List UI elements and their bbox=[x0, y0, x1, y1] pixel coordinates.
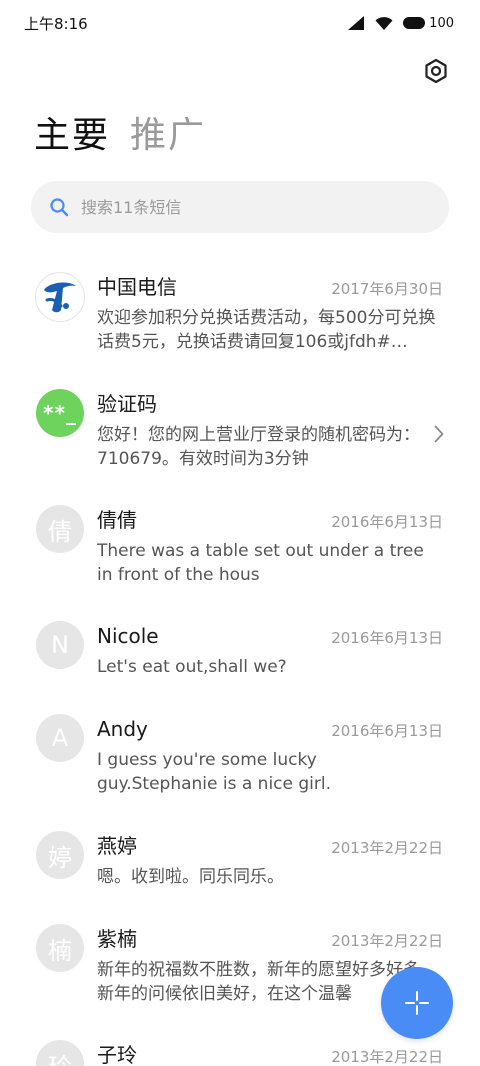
status-icons: 100 bbox=[347, 15, 454, 31]
messages-screen: 上午8:16 100 主要 推广 搜索11条短信 中国电信 2017年6月30日… bbox=[0, 0, 480, 1066]
message-date: 2013年2月22日 bbox=[331, 932, 443, 950]
search-icon bbox=[50, 198, 69, 217]
telecom-logo-icon bbox=[35, 272, 85, 322]
contact-name: 验证码 bbox=[97, 392, 157, 416]
new-message-button[interactable] bbox=[381, 967, 453, 1039]
contact-name: 燕婷 bbox=[97, 834, 137, 858]
chevron-right-icon bbox=[434, 425, 444, 443]
avatar-text: **_ bbox=[43, 401, 77, 425]
avatar-text: 玲 bbox=[48, 1047, 72, 1066]
contact-name: 倩倩 bbox=[97, 508, 137, 532]
status-bar: 上午8:16 100 bbox=[0, 0, 480, 46]
message-date: 2013年2月22日 bbox=[331, 1048, 443, 1066]
conversation-item[interactable]: 玲 子玲 2013年2月22日 bbox=[0, 1040, 480, 1066]
avatar-text: 楠 bbox=[48, 936, 72, 965]
tab-promotions[interactable]: 推广 bbox=[130, 114, 206, 158]
tab-bar: 主要 推广 bbox=[34, 112, 206, 158]
conversation-item[interactable]: 倩 倩倩 2016年6月13日 There was a table set ou… bbox=[0, 505, 480, 585]
verification-avatar: **_ bbox=[36, 389, 84, 437]
contact-avatar: A bbox=[36, 714, 84, 762]
message-date: 2013年2月22日 bbox=[331, 839, 443, 857]
contact-name: Nicole bbox=[97, 624, 159, 648]
conversation-item[interactable]: 中国电信 2017年6月30日 欢迎参加积分兑换话费活动，每500分可兑换话费5… bbox=[0, 272, 480, 362]
message-date: 2016年6月13日 bbox=[331, 722, 443, 740]
avatar-text: N bbox=[51, 631, 69, 659]
message-date: 2017年6月30日 bbox=[331, 280, 443, 298]
conversation-item[interactable]: 婷 燕婷 2013年2月22日 嗯。收到啦。同乐同乐。 bbox=[0, 831, 480, 891]
contact-name: Andy bbox=[97, 717, 148, 741]
settings-button[interactable] bbox=[422, 57, 450, 85]
message-preview: 您好！您的网上营业厅登录的随机密码为：710679。有效时间为3分钟 bbox=[97, 425, 420, 469]
contact-name: 紫楠 bbox=[97, 927, 137, 951]
contact-avatar: 玲 bbox=[36, 1040, 84, 1066]
contact-avatar: 婷 bbox=[36, 831, 84, 879]
contact-name: 中国电信 bbox=[97, 275, 177, 299]
status-time: 上午8:16 bbox=[24, 14, 88, 33]
battery-indicator: 100 bbox=[403, 16, 454, 31]
message-preview: Let's eat out,shall we? bbox=[97, 657, 287, 677]
conversation-item[interactable]: A Andy 2016年6月13日 I guess you're some lu… bbox=[0, 714, 480, 794]
contact-avatar: 楠 bbox=[36, 924, 84, 972]
message-preview: 嗯。收到啦。同乐同乐。 bbox=[97, 867, 284, 887]
contact-avatar: 倩 bbox=[36, 505, 84, 553]
plus-icon bbox=[405, 991, 429, 1015]
signal-icon bbox=[348, 16, 365, 30]
battery-level: 100 bbox=[429, 15, 454, 31]
avatar-text: A bbox=[51, 724, 69, 752]
battery-icon bbox=[403, 17, 426, 29]
search-bar[interactable] bbox=[31, 181, 449, 233]
message-preview: There was a table set out under a tree i… bbox=[97, 541, 424, 585]
message-preview: 欢迎参加积分兑换话费活动，每500分可兑换话费5元，兑换话费请回复106或jfd… bbox=[97, 308, 436, 352]
message-preview: I guess you're some lucky guy.Stephanie … bbox=[97, 750, 332, 794]
avatar-text: 婷 bbox=[48, 843, 72, 872]
tab-primary[interactable]: 主要 bbox=[34, 114, 110, 158]
message-date: 2016年6月13日 bbox=[331, 513, 443, 531]
contact-name: 子玲 bbox=[97, 1043, 137, 1066]
contact-avatar: N bbox=[36, 621, 84, 669]
conversation-item[interactable]: **_ 验证码 您好！您的网上营业厅登录的随机密码为：710679。有效时间为3… bbox=[0, 389, 480, 469]
search-input[interactable] bbox=[81, 197, 401, 217]
message-date: 2016年6月13日 bbox=[331, 629, 443, 647]
wifi-icon bbox=[375, 16, 393, 30]
avatar-text: 倩 bbox=[48, 517, 72, 546]
settings-icon bbox=[425, 58, 447, 84]
conversation-item[interactable]: N Nicole 2016年6月13日 Let's eat out,shall … bbox=[0, 621, 480, 681]
